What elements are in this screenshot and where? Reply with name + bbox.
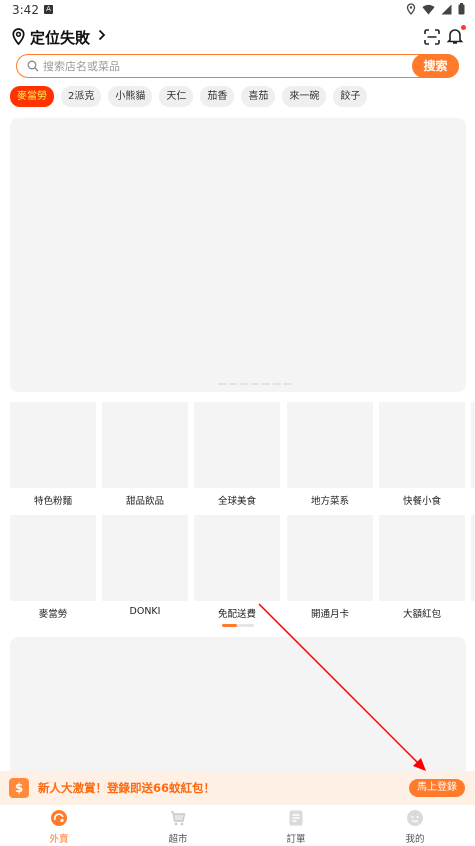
search-button[interactable]: 搜索 bbox=[412, 53, 459, 78]
category-peek bbox=[471, 515, 475, 601]
location-pin-icon bbox=[12, 28, 25, 45]
category-label: 大額紅包 bbox=[402, 609, 441, 620]
category-label: 免配送費 bbox=[217, 609, 256, 620]
category-image bbox=[379, 402, 465, 488]
category-image bbox=[194, 515, 280, 601]
category-label: 全球美食 bbox=[217, 496, 256, 507]
category-big-red-packet[interactable]: 大額紅包 bbox=[379, 515, 465, 620]
tab-label: 訂單 bbox=[286, 834, 306, 845]
search-input[interactable] bbox=[43, 58, 403, 74]
new-user-promo-bar[interactable]: $ 新人大激賞！登錄即送66蚊紅包！ 馬上登錄 bbox=[0, 771, 475, 805]
battery-icon bbox=[458, 3, 465, 15]
category-image bbox=[194, 402, 280, 488]
category-monthly-card[interactable]: 開通月卡 bbox=[287, 515, 373, 620]
red-packet-icon: $ bbox=[9, 778, 29, 798]
chip-little-panda[interactable]: 小熊貓 bbox=[108, 86, 153, 107]
chevron-right-icon[interactable] bbox=[98, 29, 106, 41]
chip-dumplings[interactable]: 餃子 bbox=[333, 86, 368, 107]
category-scroll-indicator-fill bbox=[222, 624, 237, 627]
chip-tenren[interactable]: 天仁 bbox=[159, 86, 194, 107]
promo-text: 新人大激賞！登錄即送66蚊紅包！ bbox=[38, 781, 216, 795]
banner-dot bbox=[262, 383, 270, 385]
location-status-icon bbox=[406, 3, 416, 15]
category-image bbox=[102, 402, 188, 488]
category-specialty-noodles[interactable]: 特色粉麵 bbox=[10, 402, 96, 507]
category-image bbox=[379, 515, 465, 601]
chip-eggplant[interactable]: 茄香 bbox=[200, 86, 235, 107]
chip-2-paike[interactable]: 2派克 bbox=[61, 86, 102, 107]
category-label: 開通月卡 bbox=[310, 609, 349, 620]
profile-icon bbox=[407, 810, 423, 826]
order-list-icon bbox=[289, 810, 303, 826]
banner-dot bbox=[218, 383, 226, 385]
chip-xicha[interactable]: 喜茄 bbox=[241, 86, 276, 107]
category-image bbox=[287, 515, 373, 601]
hot-search-chips: 麥當勞 2派克 小熊貓 天仁 茄香 喜茄 來一碗 餃子 bbox=[10, 86, 368, 108]
category-mcdonalds[interactable]: 麥當勞 bbox=[10, 515, 96, 620]
status-bar: 3:42 A bbox=[0, 0, 475, 22]
banner-dot bbox=[273, 383, 281, 385]
category-scroll-indicator bbox=[222, 624, 254, 627]
category-image bbox=[10, 402, 96, 488]
search-icon bbox=[27, 60, 39, 72]
banner-indicator bbox=[218, 383, 292, 385]
chip-laiyiwan[interactable]: 來一碗 bbox=[282, 86, 327, 107]
tab-label: 超市 bbox=[168, 834, 188, 845]
category-label: 甜品飲品 bbox=[125, 496, 164, 507]
category-image bbox=[102, 515, 188, 601]
tab-takeaway[interactable]: 外賣 bbox=[29, 809, 89, 845]
takeaway-tab-icon bbox=[51, 810, 67, 826]
promo-card[interactable] bbox=[10, 637, 466, 777]
category-donki[interactable]: DONKI bbox=[102, 515, 188, 617]
category-label: 地方菜系 bbox=[310, 496, 349, 507]
category-fast-food[interactable]: 快餐小食 bbox=[379, 402, 465, 507]
banner-dot bbox=[284, 383, 292, 385]
tab-label: 外賣 bbox=[49, 834, 69, 845]
status-time: 3:42 bbox=[12, 3, 39, 17]
tab-profile[interactable]: 我的 bbox=[385, 809, 445, 845]
category-desserts-drinks[interactable]: 甜品飲品 bbox=[102, 402, 188, 507]
location-label[interactable]: 定位失敗 bbox=[30, 27, 90, 48]
cart-icon bbox=[171, 811, 186, 826]
chip-mcdonalds[interactable]: 麥當勞 bbox=[10, 86, 54, 107]
search-bar: 搜索 bbox=[16, 53, 459, 78]
wifi-icon bbox=[422, 4, 435, 15]
category-image bbox=[287, 402, 373, 488]
location-header: 定位失敗 bbox=[10, 25, 466, 48]
banner-dot bbox=[240, 383, 248, 385]
tab-orders[interactable]: 訂單 bbox=[266, 809, 326, 845]
bottom-tab-bar: 外賣 超市 訂單 我的 bbox=[0, 805, 475, 846]
banner-carousel[interactable] bbox=[10, 118, 466, 392]
notification-dot bbox=[461, 25, 466, 30]
status-icons bbox=[406, 3, 465, 15]
category-global-food[interactable]: 全球美食 bbox=[194, 402, 280, 507]
category-image bbox=[10, 515, 96, 601]
category-label: 特色粉麵 bbox=[33, 496, 72, 507]
category-label: DONKI bbox=[129, 606, 161, 617]
notification-icon: A bbox=[44, 5, 53, 14]
tab-label: 我的 bbox=[405, 834, 425, 845]
category-regional-cuisine[interactable]: 地方菜系 bbox=[287, 402, 373, 507]
category-label: 快餐小食 bbox=[402, 496, 441, 507]
category-free-delivery[interactable]: 免配送費 bbox=[194, 515, 280, 620]
category-peek bbox=[471, 402, 475, 488]
tab-supermarket[interactable]: 超市 bbox=[148, 809, 208, 845]
category-label: 麥當勞 bbox=[38, 609, 68, 620]
banner-dot bbox=[229, 383, 237, 385]
signal-icon bbox=[441, 4, 452, 14]
scan-icon[interactable] bbox=[423, 28, 441, 46]
login-now-button[interactable]: 馬上登錄 bbox=[409, 779, 465, 797]
banner-dot bbox=[251, 383, 259, 385]
